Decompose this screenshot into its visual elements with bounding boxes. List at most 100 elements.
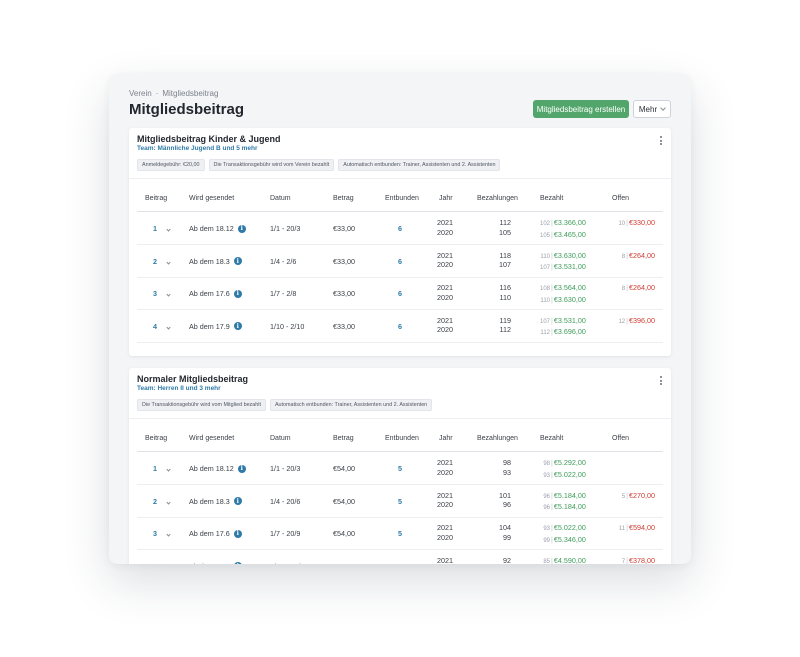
expand-row-toggle[interactable]	[167, 562, 170, 565]
team-link[interactable]: Team: Männliche Jugend B und 5 mehr	[137, 145, 258, 152]
expand-row-toggle[interactable]	[166, 322, 171, 331]
separator-bar: |	[626, 490, 629, 500]
chevron-down-icon	[660, 105, 666, 111]
payment-count: 116	[499, 283, 511, 292]
expand-row-toggle[interactable]	[166, 497, 171, 506]
open-amount-cell: 8|€264,00	[622, 251, 655, 260]
paid-count: 107	[540, 265, 551, 271]
table-row[interactable]: 2 Ab dem 18.3 i 1/4 - 20/6 €54,00 5 2021 2020 10…	[137, 486, 663, 518]
separator-bar: |	[551, 294, 553, 304]
separator-bar: |	[626, 523, 629, 532]
payments: 118 107	[487, 251, 511, 270]
chevron-down-icon	[166, 467, 171, 472]
kebab-menu-icon[interactable]	[660, 136, 663, 147]
team-link[interactable]: Team: Herren II und 3 mehr	[137, 385, 221, 392]
paid-amount: €5.022,00	[553, 523, 586, 532]
send-date-text: Ab dem 18.12	[189, 464, 234, 473]
open-amount: €264,00	[629, 283, 655, 292]
exempt-count-link[interactable]: 5	[393, 497, 407, 506]
payments: 101 96	[487, 491, 511, 510]
exempt-count-link[interactable]: 5	[393, 529, 407, 538]
paid-amount: €3.531,00	[553, 315, 586, 325]
open-count: 8	[621, 253, 626, 260]
year: 2020	[437, 500, 453, 509]
table-row[interactable]: 1 Ab dem 18.12 i 1/1 - 20/3 €54,00 5 2021 2020 9…	[137, 453, 663, 485]
years: 2021 2020	[437, 251, 453, 270]
exempt-count-link[interactable]: 5	[393, 464, 407, 473]
expand-row-toggle[interactable]	[166, 464, 171, 473]
breadcrumb-parent-link[interactable]: Verein	[129, 89, 152, 98]
fee-number: 4	[153, 562, 157, 565]
info-icon[interactable]: i	[233, 322, 242, 330]
paid-amount: €5.346,00	[553, 534, 586, 544]
send-date-text: Ab dem 18.3	[189, 496, 230, 506]
kebab-menu-icon[interactable]	[660, 376, 663, 387]
paid-amount: €5.022,00	[553, 469, 586, 479]
paid-count: 110	[540, 253, 550, 260]
separator-bar: |	[551, 218, 553, 227]
exempt-count-link[interactable]: 6	[393, 224, 407, 233]
send-date: Ab dem 17.9i	[189, 322, 242, 331]
fee-amount: €33,00	[333, 321, 355, 331]
payment-count: 93	[503, 467, 511, 477]
expand-row-toggle[interactable]	[166, 289, 171, 298]
payments: 119 112	[487, 316, 511, 335]
info-icon[interactable]: i	[237, 464, 246, 473]
paid-amount: €3.564,00	[553, 283, 586, 292]
paid-line: 85|€4.590,00	[540, 556, 586, 565]
paid-amount: €3.366,00	[553, 218, 586, 227]
payment-count: 101	[499, 490, 511, 500]
chevron-down-icon	[166, 499, 171, 505]
period: 1/10 - 2/10	[270, 321, 305, 331]
expand-row-toggle[interactable]	[166, 529, 171, 538]
years: 2021 2020	[437, 218, 453, 237]
exempt-count-link[interactable]: 5	[393, 562, 407, 565]
open-amount-cell: 12|€396,00	[618, 316, 655, 325]
expand-row-toggle[interactable]	[166, 257, 171, 266]
paid-amount: €3.630,00	[553, 294, 586, 304]
table-row[interactable]: 4 Ab dem 17.9 i 1/10 - 2/10 €33,00 6 2021 2020 1…	[137, 311, 663, 343]
table-row[interactable]: 3 Ab dem 17.6 i 1/7 - 20/9 €54,00 5 2021 2020 10…	[137, 518, 663, 550]
chevron-down-icon	[166, 259, 171, 265]
years: 2021 2020	[437, 316, 453, 335]
year: 2020	[437, 467, 453, 477]
create-membership-fee-button[interactable]: Mitgliedsbeitrag erstellen	[533, 100, 629, 118]
fee-number: 3	[153, 529, 157, 538]
payment-count: 99	[503, 532, 511, 542]
paid: 93|€5.022,00 99|€5.346,00	[540, 523, 586, 546]
info-icon[interactable]: i	[233, 562, 242, 564]
table-row[interactable]: 2 Ab dem 18.3 i 1/4 - 2/6 €33,00 6 2021 2020 118…	[137, 246, 663, 278]
info-chip: Die Transaktionsgebühr wird vom Verein b…	[208, 159, 335, 171]
divider	[129, 178, 671, 179]
separator-bar: |	[551, 469, 553, 479]
year: 2021	[437, 523, 453, 532]
info-icon[interactable]: i	[233, 289, 242, 298]
more-dropdown-button[interactable]: Mehr	[633, 100, 671, 118]
table-row[interactable]: 3 Ab dem 17.6 i 1/7 - 2/8 €33,00 6 2021 2020 116…	[137, 278, 663, 310]
info-chip: Die Transaktionsgebühr wird vom Mitglied…	[137, 399, 266, 411]
separator-bar: |	[551, 283, 553, 292]
exempt-count-link[interactable]: 6	[393, 257, 407, 266]
paid-line: 96|€5.184,00	[540, 502, 586, 514]
paid: 98|€5.292,00 93|€5.022,00	[540, 458, 586, 481]
info-icon[interactable]: i	[233, 257, 242, 265]
fee-amount: €33,00	[333, 256, 355, 266]
exempt-count-link[interactable]: 6	[393, 289, 407, 298]
open-count: 8	[621, 286, 626, 292]
expand-row-toggle[interactable]	[166, 224, 171, 233]
table-row[interactable]: 1 Ab dem 18.12 i 1/1 - 20/3 €33,00 6 2021 2020 1…	[137, 213, 663, 245]
separator-bar: |	[551, 523, 553, 532]
paid: 96|€5.184,00 96|€5.184,00	[540, 491, 586, 514]
info-icon[interactable]: i	[237, 224, 246, 233]
table-row[interactable]: 4 Ab dem 17.9i 1/10 - 20/12 €54,00 5 2021 92 85…	[137, 551, 663, 565]
years: 2021 2020	[437, 458, 453, 477]
payment-count: 119	[499, 315, 511, 325]
year: 2020	[437, 532, 453, 542]
open-count: 12	[618, 318, 626, 325]
info-icon[interactable]: i	[233, 529, 242, 538]
card-title: Mitgliedsbeitrag Kinder & Jugend	[137, 134, 281, 144]
exempt-count-link[interactable]: 6	[393, 322, 407, 331]
info-icon[interactable]: i	[233, 497, 242, 505]
breadcrumb-current: Mitgliedsbeitrag	[162, 89, 219, 98]
page-title: Mitgliedsbeitrag	[129, 101, 245, 118]
